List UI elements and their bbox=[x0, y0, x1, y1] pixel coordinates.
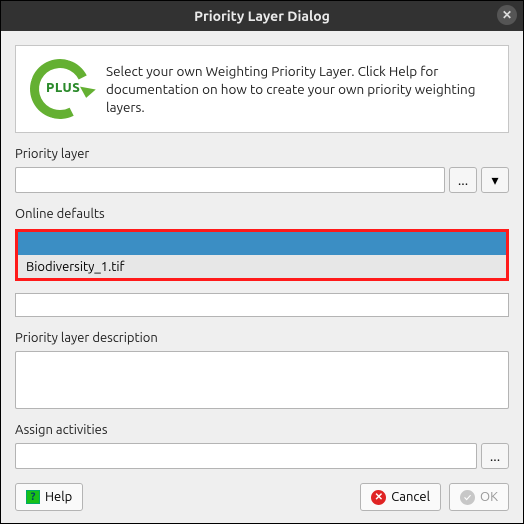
priority-layer-label: Priority layer bbox=[15, 147, 509, 161]
cplus-logo: PLUS bbox=[30, 59, 90, 119]
assign-activities-browse-button[interactable]: ... bbox=[481, 443, 509, 469]
online-defaults-listbox[interactable]: Biodiversity_1.tif bbox=[18, 232, 506, 278]
list-item[interactable]: Biodiversity_1.tif bbox=[18, 255, 506, 278]
ok-button-label: OK bbox=[480, 490, 498, 504]
priority-layer-dropdown-button[interactable]: ▾ bbox=[481, 167, 509, 193]
priority-layer-input[interactable] bbox=[15, 167, 445, 193]
help-button[interactable]: ? Help bbox=[15, 483, 83, 511]
online-defaults-highlight: Biodiversity_1.tif bbox=[15, 229, 509, 281]
list-item[interactable] bbox=[18, 232, 506, 255]
ok-icon: ✓ bbox=[460, 490, 475, 505]
cancel-icon: ✕ bbox=[371, 490, 386, 505]
assign-activities-label: Assign activities bbox=[15, 423, 509, 437]
cancel-button[interactable]: ✕ Cancel bbox=[360, 483, 441, 511]
dialog-window: Priority Layer Dialog ✕ PLUS Select your… bbox=[0, 0, 524, 524]
spacer-box bbox=[15, 293, 509, 317]
dialog-footer: ? Help ✕ Cancel ✓ OK bbox=[1, 475, 523, 523]
cancel-button-label: Cancel bbox=[391, 490, 430, 504]
list-item-label: Biodiversity_1.tif bbox=[26, 260, 125, 274]
help-icon: ? bbox=[26, 490, 40, 504]
close-button[interactable]: ✕ bbox=[497, 5, 517, 25]
priority-layer-browse-button[interactable]: ... bbox=[449, 167, 477, 193]
help-button-label: Help bbox=[45, 490, 72, 504]
ok-button[interactable]: ✓ OK bbox=[449, 483, 509, 511]
logo-text: PLUS bbox=[46, 81, 80, 95]
close-icon: ✕ bbox=[502, 8, 512, 22]
assign-activities-row: ... bbox=[15, 443, 509, 469]
chevron-down-icon: ▾ bbox=[491, 172, 498, 189]
priority-layer-row: ... ▾ bbox=[15, 167, 509, 193]
ellipsis-icon: ... bbox=[490, 448, 500, 464]
online-defaults-label: Online defaults bbox=[15, 207, 509, 221]
info-description: Select your own Weighting Priority Layer… bbox=[106, 62, 494, 117]
dialog-content: PLUS Select your own Weighting Priority … bbox=[1, 31, 523, 475]
description-textarea[interactable] bbox=[15, 351, 509, 409]
dialog-title: Priority Layer Dialog bbox=[194, 8, 330, 24]
description-label: Priority layer description bbox=[15, 331, 509, 345]
assign-activities-input[interactable] bbox=[15, 443, 477, 469]
titlebar: Priority Layer Dialog ✕ bbox=[1, 1, 523, 31]
ellipsis-icon: ... bbox=[458, 172, 468, 188]
info-panel: PLUS Select your own Weighting Priority … bbox=[15, 45, 509, 133]
